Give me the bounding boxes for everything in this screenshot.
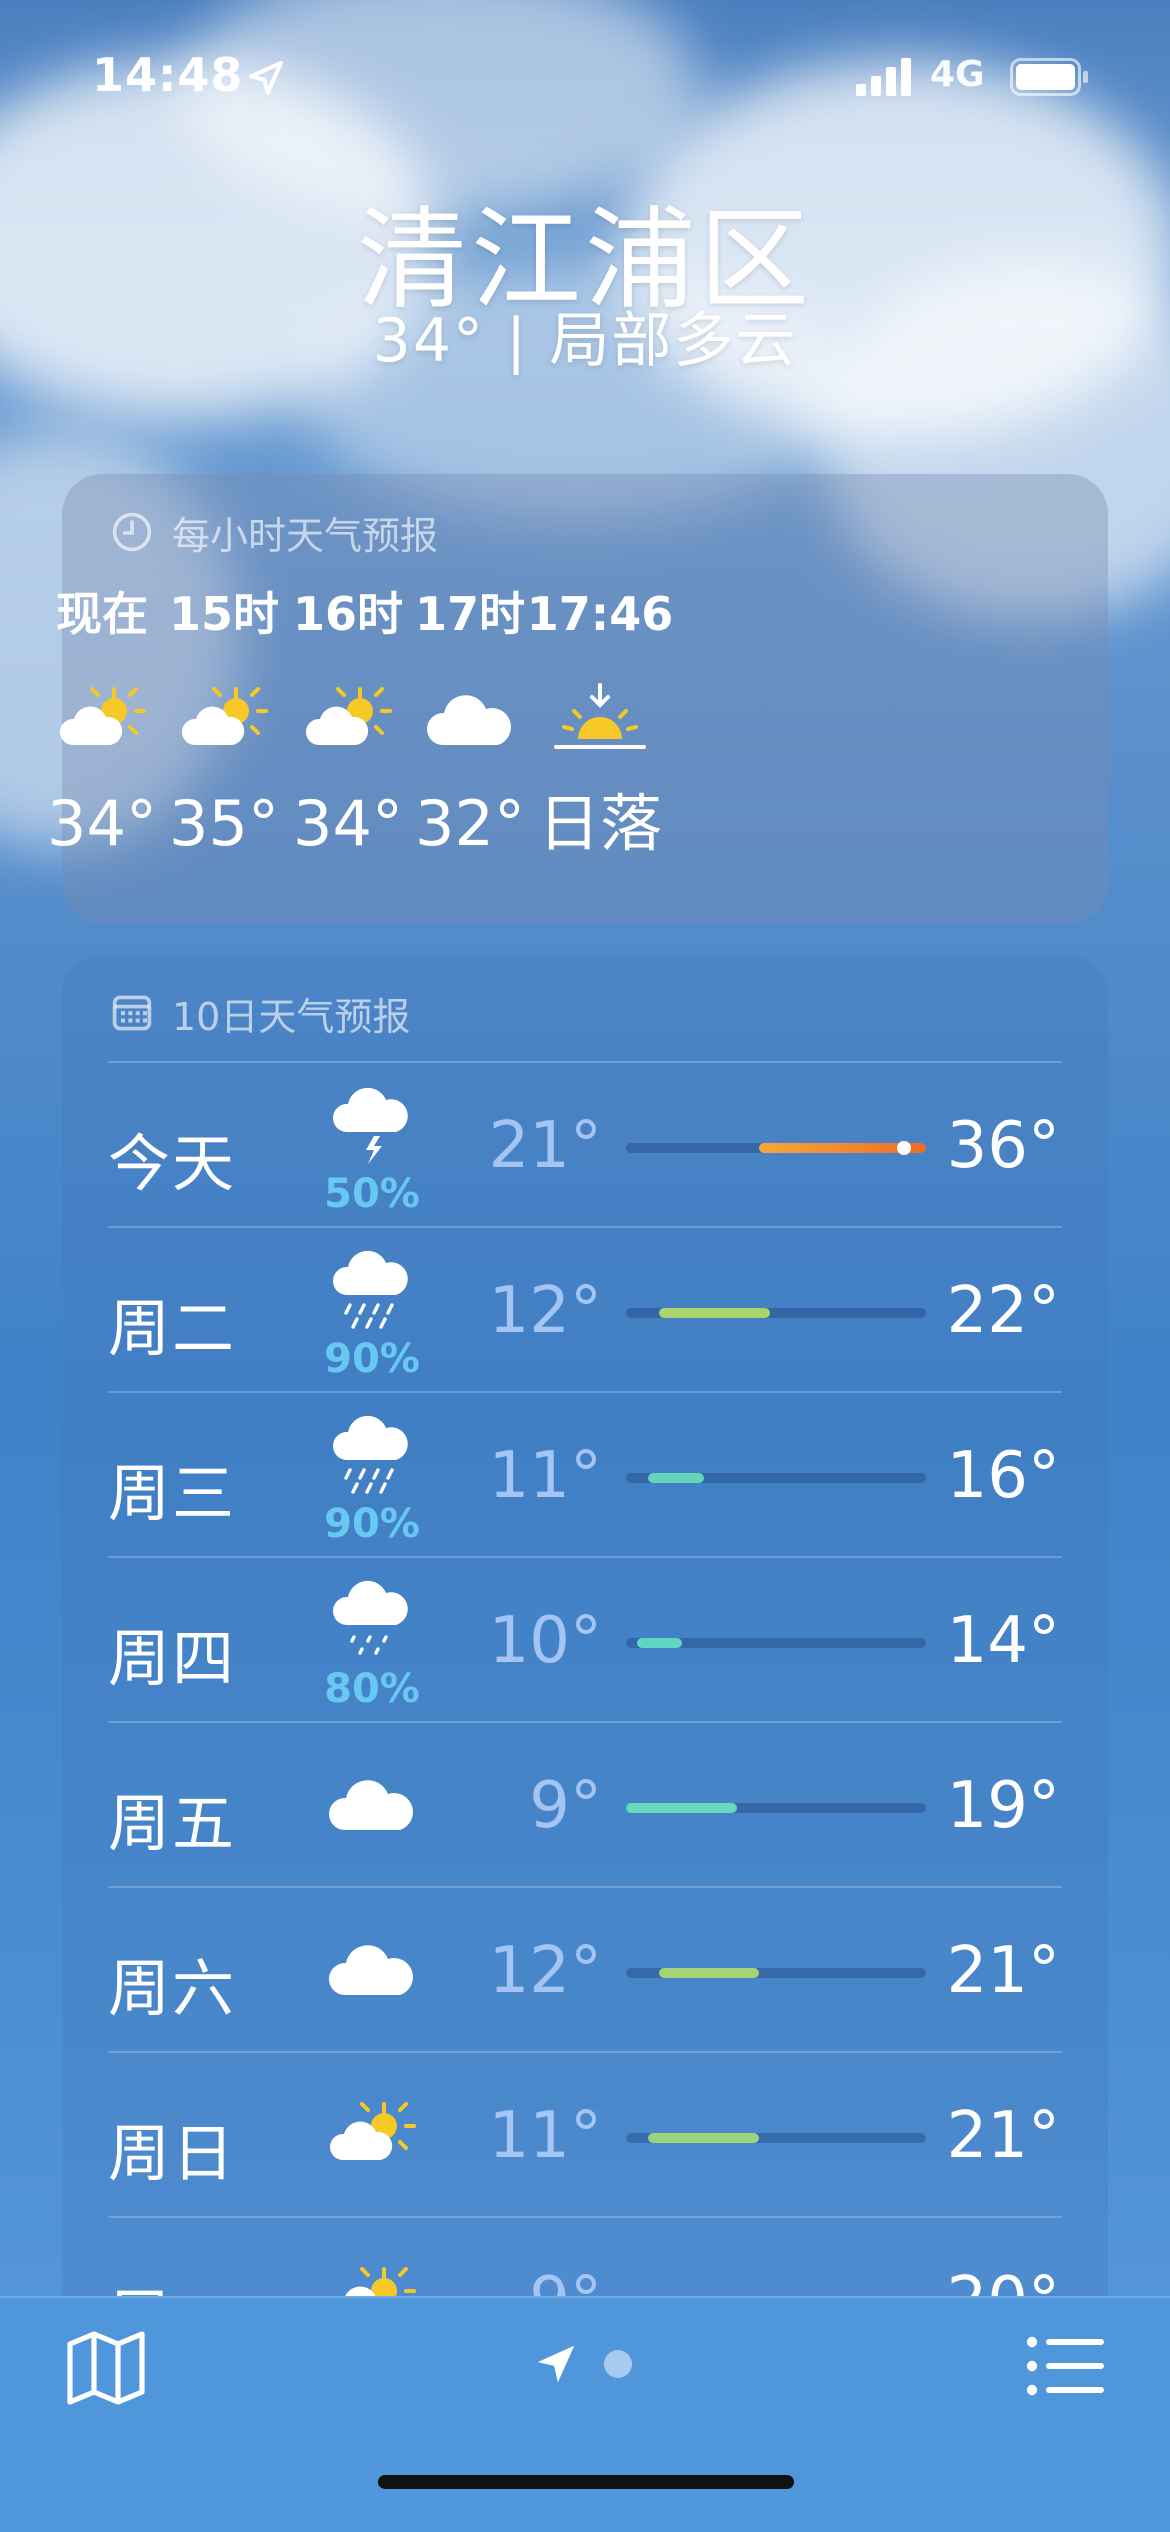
temperature-range-fill — [626, 1803, 738, 1813]
hourly-temperature: 日落 — [537, 787, 662, 860]
temperature-range-bar — [626, 1308, 926, 1318]
high-temperature: 16° — [946, 1439, 1060, 1513]
low-temperature: 12° — [488, 1934, 602, 2008]
ten-day-forecast-card[interactable]: 10日天气预报 今天 50% 21° 36° 周二 90% 12° 22° 周三 90% 11° 16… — [62, 955, 1108, 2455]
day-label: 今天 — [108, 1127, 237, 1200]
status-time: 14:48 — [92, 48, 244, 102]
high-temperature: 21° — [946, 2099, 1060, 2173]
high-temperature: 22° — [946, 1274, 1060, 1348]
temperature-range-fill — [659, 1968, 760, 1978]
precipitation-chance: 90% — [324, 1336, 420, 1382]
clock-icon — [112, 512, 152, 552]
sunset-icon — [510, 666, 690, 776]
low-temperature: 21° — [488, 1109, 602, 1183]
partly-sunny-icon — [312, 2091, 432, 2181]
low-temperature: 11° — [488, 1439, 602, 1513]
hourly-forecast-card[interactable]: 每小时天气预报 现在 34° 15时 35° 16时 34° 17时 32° 17:46 日落 — [47, 474, 1108, 924]
rain-icon — [312, 1411, 432, 1501]
high-temperature: 21° — [946, 1934, 1060, 2008]
day-label: 周五 — [108, 1787, 237, 1860]
daily-forecast-row[interactable]: 周三 90% 11° 16° — [62, 1393, 1108, 1558]
daily-forecast-row[interactable]: 今天 50% 21° 36° — [62, 1063, 1108, 1228]
precipitation-chance: 50% — [324, 1171, 420, 1217]
high-temperature: 14° — [946, 1604, 1060, 1678]
hourly-forecast-header: 每小时天气预报 — [110, 508, 438, 558]
daily-forecast-row[interactable]: 周四 80% 10° 14° — [62, 1558, 1108, 1723]
temperature-range-bar — [626, 1638, 926, 1648]
ten-day-forecast-header: 10日天气预报 — [110, 989, 410, 1039]
hourly-forecast-title: 每小时天气预报 — [172, 513, 439, 558]
low-temperature: 12° — [488, 1274, 602, 1348]
current-weather-summary: 34° | 局部多云 — [372, 306, 798, 376]
status-bar: 14:48 4G — [0, 0, 1170, 150]
precipitation-chance: 80% — [324, 1666, 420, 1712]
day-label: 周六 — [108, 1952, 237, 2025]
page-indicator-dot[interactable] — [604, 2350, 632, 2378]
daily-forecast-row[interactable]: 周五 9° 19° — [62, 1723, 1108, 1888]
location-arrow-icon[interactable] — [534, 2340, 578, 2388]
network-type: 4G — [930, 54, 985, 95]
high-temperature: 36° — [946, 1109, 1060, 1183]
location-arrow-icon — [249, 61, 283, 95]
temperature-range-bar — [626, 2133, 926, 2143]
day-label: 周四 — [108, 1622, 237, 1695]
low-temperature: 11° — [488, 2099, 602, 2173]
day-label: 周二 — [108, 1292, 237, 1365]
temperature-range-bar — [626, 1473, 926, 1483]
bottom-toolbar — [0, 2296, 1170, 2532]
daily-forecast-row[interactable]: 周六 12° 21° — [62, 1888, 1108, 2053]
thunderstorm-icon — [312, 1081, 432, 1171]
temperature-range-bar — [626, 1968, 926, 1978]
battery-icon — [1010, 58, 1088, 96]
cloud-icon — [312, 1761, 432, 1851]
daily-forecast-row[interactable]: 周二 90% 12° 22° — [62, 1228, 1108, 1393]
daily-forecast-row[interactable]: 周日 11° 21° — [62, 2053, 1108, 2218]
day-label: 周三 — [108, 1457, 237, 1530]
low-temperature: 9° — [529, 1769, 602, 1843]
precipitation-chance: 90% — [324, 1501, 420, 1547]
temperature-range-fill — [648, 2133, 760, 2143]
cloud-icon — [312, 1926, 432, 2016]
hourly-item: 17:46 日落 — [510, 584, 690, 864]
cellular-signal-icon — [856, 58, 911, 96]
calendar-icon — [112, 995, 152, 1031]
map-icon[interactable] — [64, 2328, 148, 2408]
temperature-range-fill — [659, 1308, 771, 1318]
drizzle-icon — [312, 1576, 432, 1666]
temperature-range-bar — [626, 1141, 926, 1155]
rain-icon — [312, 1246, 432, 1336]
temperature-range-bar — [626, 1803, 926, 1813]
hourly-time-label: 17:46 — [526, 587, 674, 641]
temperature-range-fill — [637, 1638, 682, 1648]
temperature-range-fill — [648, 1473, 704, 1483]
high-temperature: 19° — [946, 1769, 1060, 1843]
home-indicator[interactable] — [378, 2475, 794, 2489]
low-temperature: 10° — [488, 1604, 602, 1678]
ten-day-forecast-title: 10日天气预报 — [172, 994, 411, 1039]
list-icon[interactable] — [1026, 2334, 1106, 2398]
day-label: 周日 — [108, 2117, 237, 2190]
